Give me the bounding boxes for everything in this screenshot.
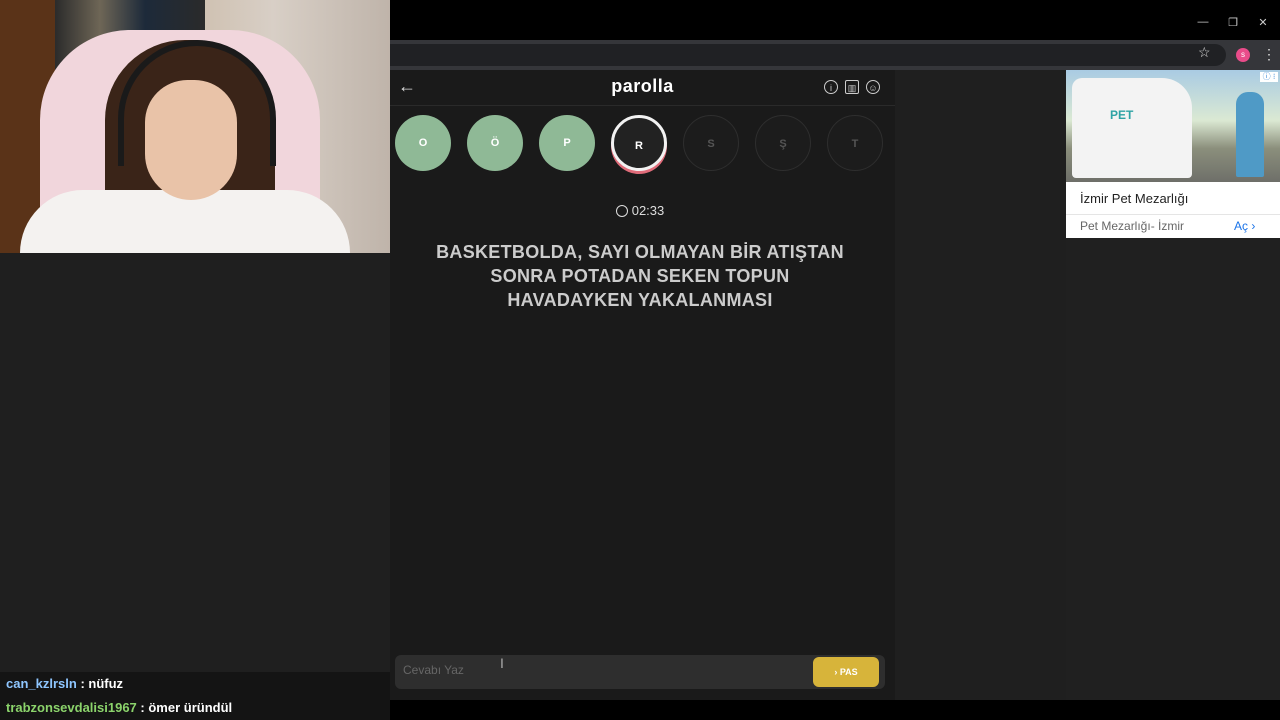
- parolla-game: ← parolla i ▥ ☺ O Ö P R S Ş T 02:33 BASK…: [390, 70, 895, 700]
- ad-choices-icon[interactable]: ⓘ ⁝: [1260, 72, 1278, 82]
- ad-divider: [1066, 214, 1280, 215]
- ad-person: [1236, 92, 1264, 177]
- ad-open-button[interactable]: Aç ›: [1234, 219, 1255, 233]
- address-bar[interactable]: [390, 44, 1226, 66]
- clock-icon: [615, 205, 628, 217]
- pass-label: PAS: [839, 667, 858, 677]
- chat-username: can_kzlrsln: [6, 676, 77, 691]
- letter-circle: S: [683, 115, 739, 171]
- chat-overlay: can_kzlrsln : nüfuz trabzonsevdalisi1967…: [0, 672, 390, 720]
- minimize-button[interactable]: —: [1188, 16, 1218, 28]
- bookmark-star-icon[interactable]: ☆: [1198, 44, 1211, 61]
- chat-message: can_kzlrsln : nüfuz: [0, 672, 390, 696]
- bottom-bar: [390, 700, 1280, 720]
- answer-bar: Cevabı Yaz I › PAS: [395, 655, 885, 689]
- chevron-right-icon: ›: [834, 667, 838, 677]
- letter-circle: Ş: [755, 115, 811, 171]
- pass-button[interactable]: › PAS: [813, 657, 879, 687]
- ad-title[interactable]: İzmir Pet Mezarlığı: [1080, 191, 1188, 206]
- letter-circle-current: R: [611, 115, 667, 171]
- profile-avatar[interactable]: s: [1236, 48, 1250, 62]
- stats-icon[interactable]: ▥: [845, 80, 859, 94]
- ad-text-box[interactable]: İzmir Pet Mezarlığı Pet Mezarlığı- İzmir…: [1066, 182, 1280, 238]
- answer-input[interactable]: Cevabı Yaz: [403, 663, 783, 677]
- browser-menu-icon[interactable]: ⋮: [1262, 46, 1276, 63]
- chat-text: : ömer üründül: [136, 700, 233, 715]
- letter-circle: P: [539, 115, 595, 171]
- chat-text: : nüfuz: [76, 676, 124, 691]
- game-logo: parolla: [611, 76, 674, 96]
- letter-circle: Ö: [467, 115, 523, 171]
- text-cursor-icon: I: [500, 655, 504, 671]
- info-icon[interactable]: i: [824, 80, 838, 94]
- browser-toolbar: ☆ s ⋮: [390, 40, 1280, 70]
- restore-button[interactable]: ❐: [1218, 16, 1248, 29]
- ad-image[interactable]: PET ⓘ ⁝: [1066, 70, 1280, 182]
- ad-van-text: PET: [1110, 108, 1134, 122]
- ad-van: PET: [1072, 78, 1192, 178]
- letter-circle: O: [395, 115, 451, 171]
- browser-titlebar: — ❐ ✕: [390, 0, 1280, 40]
- timer-value: 02:33: [631, 203, 665, 218]
- ad-subtitle: Pet Mezarlığı- İzmir: [1080, 219, 1185, 233]
- webcam-feed: [0, 0, 390, 253]
- game-header: ← parolla i ▥ ☺: [390, 70, 895, 106]
- chat-username: trabzonsevdalisi1967: [6, 700, 137, 715]
- ad-open-label: Aç: [1234, 219, 1249, 233]
- ad-panel: PET ⓘ ⁝ İzmir Pet Mezarlığı Pet Mezarlığ…: [1066, 70, 1280, 700]
- chat-message: trabzonsevdalisi1967 : ömer üründül: [0, 696, 390, 720]
- profile-icon[interactable]: ☺: [866, 80, 880, 94]
- close-button[interactable]: ✕: [1248, 16, 1278, 29]
- chevron-right-icon: ›: [1251, 219, 1256, 233]
- timer: 02:33: [390, 203, 890, 218]
- letter-circles: O Ö P R S Ş T: [395, 115, 895, 175]
- question-text: BASKETBOLDA, SAYI OLMAYAN BİR ATIŞTAN SO…: [436, 242, 844, 310]
- letter-circle: T: [827, 115, 883, 171]
